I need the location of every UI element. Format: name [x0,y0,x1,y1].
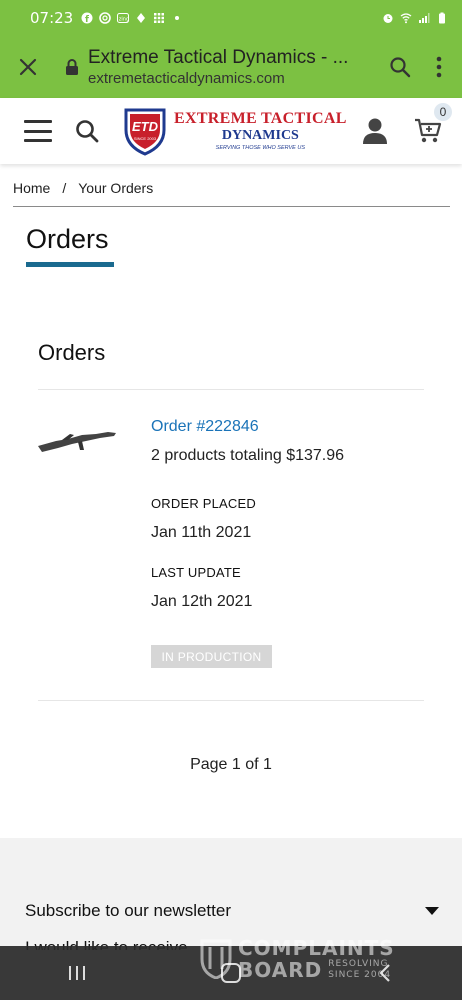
system-status-bar: 07:23 f zing [0,0,462,36]
status-time: 07:23 [30,9,74,27]
breadcrumb-divider [13,206,450,207]
last-update-date: Jan 12th 2021 [151,593,253,610]
watermark-row2: BOARD RESOLVING SINCE 2004 [238,959,395,981]
logo-line2: DYNAMICS [221,128,299,143]
watermark-sub2: SINCE 2004 [328,970,392,980]
alarm-icon [383,14,393,23]
watermark-line2: BOARD [238,958,323,982]
etd-shield-logo-icon: ETD SINCE 2003 [124,108,166,156]
signal-icon [419,13,430,23]
battery-icon [439,12,445,24]
page-domain: extremetacticaldynamics.com [88,70,285,87]
wifi-icon [400,13,412,24]
order-placed-date: Jan 11th 2021 [151,524,252,541]
dot-icon [175,16,180,20]
watermark-sub1: RESOLVING [328,959,389,969]
orders-divider-top [38,389,424,390]
order-summary: 2 products totaling $137.96 [151,447,345,464]
order-number-link[interactable]: Order #222846 [151,418,259,436]
watermark-shield-icon [200,939,232,979]
order-product-thumbnail[interactable] [38,428,116,456]
url-field[interactable]: Extreme Tactical Dynamics - ... extremet… [88,46,374,88]
order-status-badge: IN PRODUCTION [151,645,272,668]
breadcrumb-current: Your Orders [78,180,154,196]
cart-icon [415,118,442,143]
logo-since-text: SINCE 2003 [134,136,157,141]
newsletter-accordion[interactable]: Subscribe to our newsletter [25,901,439,921]
close-icon [19,58,37,76]
menu-line [24,120,52,123]
site-logo[interactable]: ETD SINCE 2003 EXTREME TACTICAL DYNAMICS… [122,103,347,159]
watermark-sub: RESOLVING SINCE 2004 [328,959,391,981]
orders-divider-bottom [38,700,424,701]
facebook-icon: f [81,12,93,24]
browser-search-button[interactable] [384,51,416,83]
complaints-board-watermark: COMPLAINTS BOARD RESOLVING SINCE 2004 [200,934,420,984]
grid-icon [154,13,165,23]
logo-wordmark: EXTREME TACTICAL DYNAMICS SERVING THOSE … [174,110,347,152]
search-icon [390,57,411,78]
app-icon [137,13,146,23]
recent-apps-button[interactable] [62,961,92,985]
watermark-line1: COMPLAINTS [238,936,395,960]
svg-text:zing: zing [119,17,129,23]
newsletter-title: Subscribe to our newsletter [25,901,231,920]
cart-count-badge: 0 [434,103,452,121]
page-tab-title: Extreme Tactical Dynamics - ... [88,47,349,68]
browser-menu-button[interactable] [426,51,452,83]
menu-line [24,129,52,133]
search-icon[interactable] [74,118,100,144]
lock-icon [64,58,80,76]
watermark-text: COMPLAINTS BOARD RESOLVING SINCE 2004 [238,937,395,981]
breadcrumb-separator: / [62,180,67,196]
logo-badge-text: ETD [132,119,159,134]
browser-url-bar: Extreme Tactical Dynamics - ... extremet… [0,36,462,98]
more-vert-icon [436,56,442,78]
notification-icons: f zing [81,12,183,24]
logo-line1: EXTREME TACTICAL [174,110,347,127]
last-update-label: LAST UPDATE [151,565,241,580]
zing-icon: zing [117,13,130,23]
menu-button[interactable] [24,120,52,142]
close-tab-button[interactable] [14,53,42,81]
system-icons [382,12,448,24]
threads-icon [99,12,112,24]
site-header: ETD SINCE 2003 EXTREME TACTICAL DYNAMICS… [0,98,462,164]
orders-heading: Orders [38,340,106,365]
recent-apps-icon [69,966,85,980]
svg-text:f: f [85,15,89,24]
pagination-label: Page 1 of 1 [190,756,272,773]
account-icon[interactable] [362,117,388,145]
page-title-underline [26,262,114,267]
order-placed-label: ORDER PLACED [151,496,256,511]
chevron-down-icon [425,907,439,915]
logo-tagline: SERVING THOSE WHO SERVE US [215,145,306,151]
page-title: Orders [26,224,109,254]
cart-button[interactable]: 0 [414,103,452,145]
breadcrumb-home-link[interactable]: Home [13,180,50,196]
breadcrumb: Home / Your Orders [13,180,153,196]
menu-line [24,139,52,142]
